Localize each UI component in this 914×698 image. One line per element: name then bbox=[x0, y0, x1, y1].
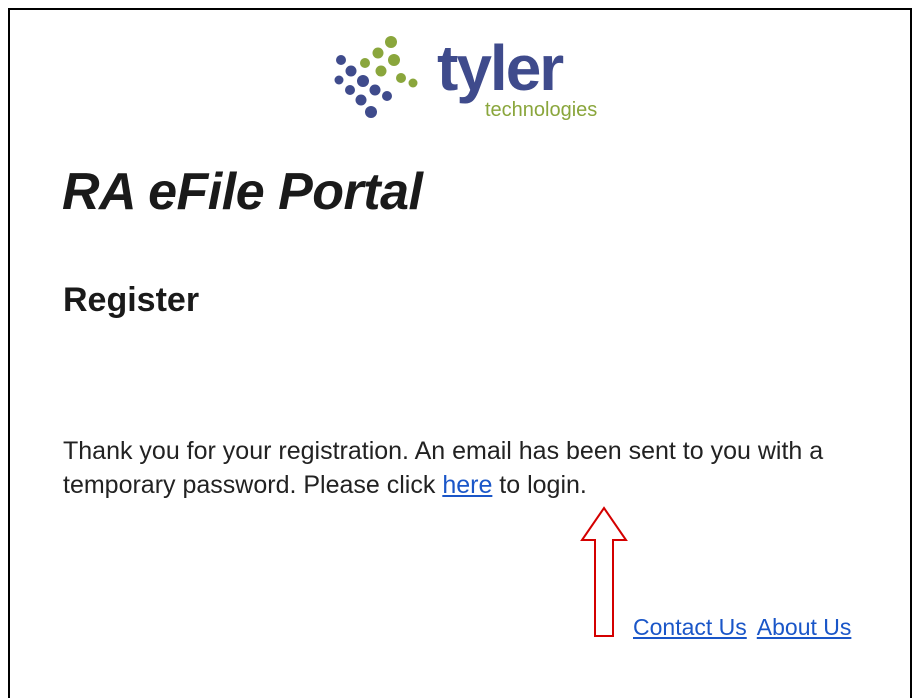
up-arrow-icon bbox=[580, 506, 628, 637]
login-here-link[interactable]: here bbox=[442, 471, 492, 499]
footer-links: Contact Us About Us bbox=[633, 612, 861, 642]
about-us-link[interactable]: About Us bbox=[757, 614, 852, 640]
tyler-technologies-logo: tyler technologies bbox=[333, 34, 603, 126]
page-title: RA eFile Portal bbox=[62, 163, 423, 221]
message-text-after: to login. bbox=[492, 471, 587, 499]
logo-subtitle: technologies bbox=[485, 99, 598, 121]
logo-dots-icon bbox=[334, 36, 418, 118]
contact-us-link[interactable]: Contact Us bbox=[633, 614, 747, 640]
confirmation-message: Thank you for your registration. An emai… bbox=[63, 434, 883, 502]
logo-wordmark: tyler bbox=[437, 32, 564, 104]
register-heading: Register bbox=[63, 281, 200, 319]
